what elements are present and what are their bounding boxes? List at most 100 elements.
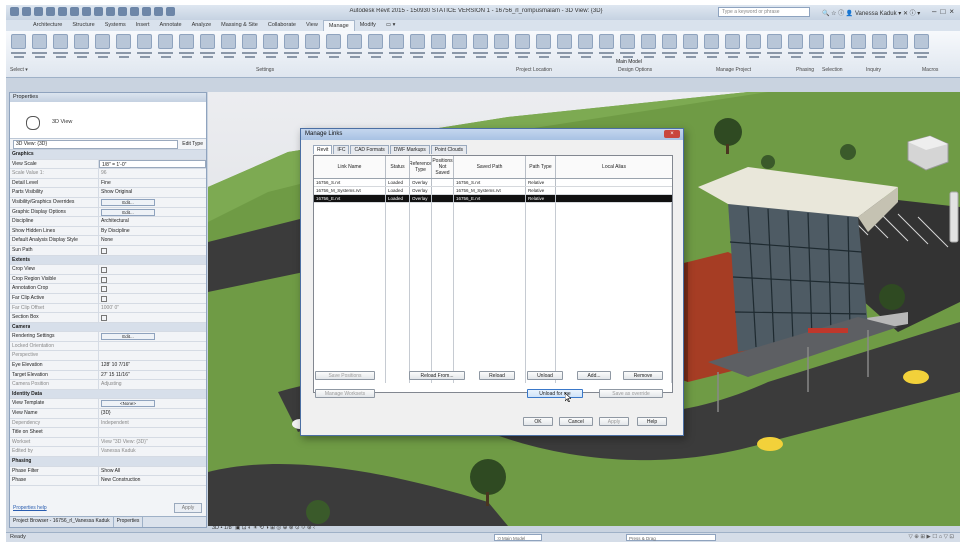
status-icons[interactable]: ▽ ⊕ ⊞ ▶ ☐ ⌂ ▽ ⊡ bbox=[909, 534, 954, 540]
save-as-override-button[interactable]: Save as override bbox=[599, 389, 663, 398]
instance-filter-dropdown[interactable]: 3D View: {3D} bbox=[13, 139, 179, 149]
tab-minimize[interactable]: ▭ ▾ bbox=[381, 20, 401, 31]
close-window-button[interactable]: × bbox=[949, 7, 954, 16]
section-icon[interactable] bbox=[130, 7, 139, 16]
tab-annotate[interactable]: Annotate bbox=[155, 20, 187, 31]
property-value[interactable] bbox=[99, 428, 206, 437]
tab-revit[interactable]: Revit bbox=[313, 145, 333, 154]
property-value[interactable]: None bbox=[99, 236, 206, 245]
property-checkbox[interactable] bbox=[101, 295, 107, 302]
status-cell[interactable]: Loaded bbox=[386, 179, 410, 186]
property-category[interactable]: Identity Data bbox=[10, 389, 206, 400]
unload-button[interactable]: Unload bbox=[527, 371, 563, 380]
tag-icon[interactable] bbox=[94, 7, 103, 16]
column-header-path-type[interactable]: Path Type bbox=[526, 156, 556, 178]
press-drag-indicator[interactable]: Press & Drag bbox=[626, 534, 716, 541]
dialog-close-button[interactable]: × bbox=[664, 130, 680, 138]
ribbon-tool-button[interactable] bbox=[157, 34, 174, 62]
property-value[interactable]: Adjusting bbox=[99, 380, 206, 389]
property-value[interactable]: 1000' 0" bbox=[99, 304, 206, 313]
tab-insert[interactable]: Insert bbox=[131, 20, 155, 31]
saved-path-cell[interactable]: 16756_M_Systems.rvt bbox=[454, 187, 526, 194]
property-value[interactable] bbox=[99, 313, 206, 322]
ribbon-tool-button[interactable] bbox=[241, 34, 258, 62]
save-positions-button[interactable]: Save Positions bbox=[315, 371, 375, 380]
ribbon-tool-button[interactable] bbox=[556, 34, 573, 62]
property-edit-button[interactable]: <None> bbox=[101, 400, 155, 408]
property-value[interactable]: New Construction bbox=[99, 476, 206, 485]
ribbon-tool-button[interactable] bbox=[136, 34, 153, 62]
ribbon-tool-button[interactable] bbox=[430, 34, 447, 62]
property-value[interactable]: <None> bbox=[99, 399, 206, 408]
saved-path-cell[interactable]: 16756_E.rvt bbox=[454, 195, 526, 202]
ribbon-tool-button[interactable] bbox=[913, 34, 930, 62]
tab-structure[interactable]: Structure bbox=[67, 20, 99, 31]
path-type-cell[interactable]: Relative bbox=[526, 179, 556, 186]
property-checkbox[interactable] bbox=[101, 267, 107, 274]
ribbon-tool-button[interactable] bbox=[304, 34, 321, 62]
3d-view-icon[interactable] bbox=[118, 7, 127, 16]
property-value[interactable]: {3D} bbox=[99, 409, 206, 418]
ribbon-tool-button[interactable] bbox=[10, 34, 27, 62]
property-value[interactable] bbox=[99, 351, 206, 360]
property-edit-button[interactable]: Edit... bbox=[101, 208, 155, 216]
property-category[interactable]: Graphics bbox=[10, 150, 206, 160]
property-value[interactable]: Show All bbox=[99, 467, 206, 476]
column-header-status[interactable]: Status bbox=[386, 156, 410, 178]
print-icon[interactable] bbox=[70, 7, 79, 16]
property-category[interactable]: Extents bbox=[10, 255, 206, 266]
tab-point-clouds[interactable]: Point Clouds bbox=[430, 145, 468, 154]
link-row[interactable]: 16756_M_Systems.rvt Loaded Overlay 16756_M_… bbox=[314, 187, 672, 195]
remove-button[interactable]: Remove bbox=[623, 371, 663, 380]
property-value[interactable]: By Discipline bbox=[99, 227, 206, 236]
tab-modify[interactable]: Modify bbox=[355, 20, 381, 31]
ribbon-tool-button[interactable] bbox=[31, 34, 48, 62]
text-icon[interactable] bbox=[106, 7, 115, 16]
ribbon-tool-button[interactable] bbox=[703, 34, 720, 62]
reload-from-button[interactable]: Reload From... bbox=[409, 371, 465, 380]
tab-ifc[interactable]: IFC bbox=[333, 145, 350, 154]
tab-collaborate[interactable]: Collaborate bbox=[263, 20, 301, 31]
tab-dwf-markups[interactable]: DWF Markups bbox=[389, 145, 430, 154]
ribbon-tool-button[interactable] bbox=[409, 34, 426, 62]
ribbon-tool-button[interactable] bbox=[472, 34, 489, 62]
ribbon-tool-button[interactable] bbox=[73, 34, 90, 62]
column-header-reference-type[interactable]: Reference Type bbox=[410, 156, 432, 178]
tab-properties[interactable]: Properties bbox=[114, 517, 144, 527]
property-value[interactable] bbox=[99, 275, 206, 284]
maximize-button[interactable]: □ bbox=[940, 7, 945, 16]
measure-icon[interactable] bbox=[82, 7, 91, 16]
ribbon-tool-button[interactable] bbox=[745, 34, 762, 62]
help-search-input[interactable]: Type a keyword or phrase bbox=[718, 7, 810, 17]
ribbon-tool-button[interactable] bbox=[598, 34, 615, 62]
ribbon-tool-button[interactable] bbox=[220, 34, 237, 62]
ribbon-tool-button[interactable] bbox=[388, 34, 405, 62]
property-value[interactable]: 1/8" = 1'-0" bbox=[99, 159, 206, 169]
close-hidden-icon[interactable] bbox=[154, 7, 163, 16]
tab-project-browser[interactable]: Project Browser - 16756_rl_Vanessa Kaduk bbox=[10, 517, 114, 527]
edit-type-button[interactable]: Edit Type bbox=[182, 141, 203, 147]
add-button[interactable]: Add... bbox=[577, 371, 611, 380]
column-header-local-alias[interactable]: Local Alias bbox=[556, 156, 672, 178]
ribbon-tool-button[interactable] bbox=[724, 34, 741, 62]
link-name-cell[interactable]: 16756_S.rvt bbox=[314, 179, 386, 186]
ribbon-tool-button[interactable] bbox=[808, 34, 825, 62]
ribbon-tool-button[interactable] bbox=[766, 34, 783, 62]
property-checkbox[interactable] bbox=[101, 286, 107, 293]
path-type-cell[interactable]: Relative bbox=[526, 187, 556, 194]
ribbon-tool-button[interactable] bbox=[787, 34, 804, 62]
property-value[interactable]: Edit... bbox=[99, 198, 206, 207]
ok-button[interactable]: OK bbox=[523, 417, 553, 426]
tab-systems[interactable]: Systems bbox=[100, 20, 131, 31]
ribbon-tool-button[interactable] bbox=[535, 34, 552, 62]
local-alias-cell[interactable] bbox=[556, 195, 672, 202]
ribbon-tool-button[interactable] bbox=[850, 34, 867, 62]
property-edit-button[interactable]: Edit... bbox=[101, 333, 155, 341]
property-value[interactable]: Edit... bbox=[99, 208, 206, 217]
help-button[interactable]: Help bbox=[637, 417, 667, 426]
property-category[interactable]: Phasing bbox=[10, 457, 206, 467]
undo-icon[interactable] bbox=[46, 7, 55, 16]
property-value[interactable]: 27' 15 11/16" bbox=[99, 371, 206, 380]
ribbon-tool-button[interactable] bbox=[661, 34, 678, 62]
link-row[interactable]: 16756_S.rvt Loaded Overlay 16756_S.rvt Relat… bbox=[314, 179, 672, 187]
